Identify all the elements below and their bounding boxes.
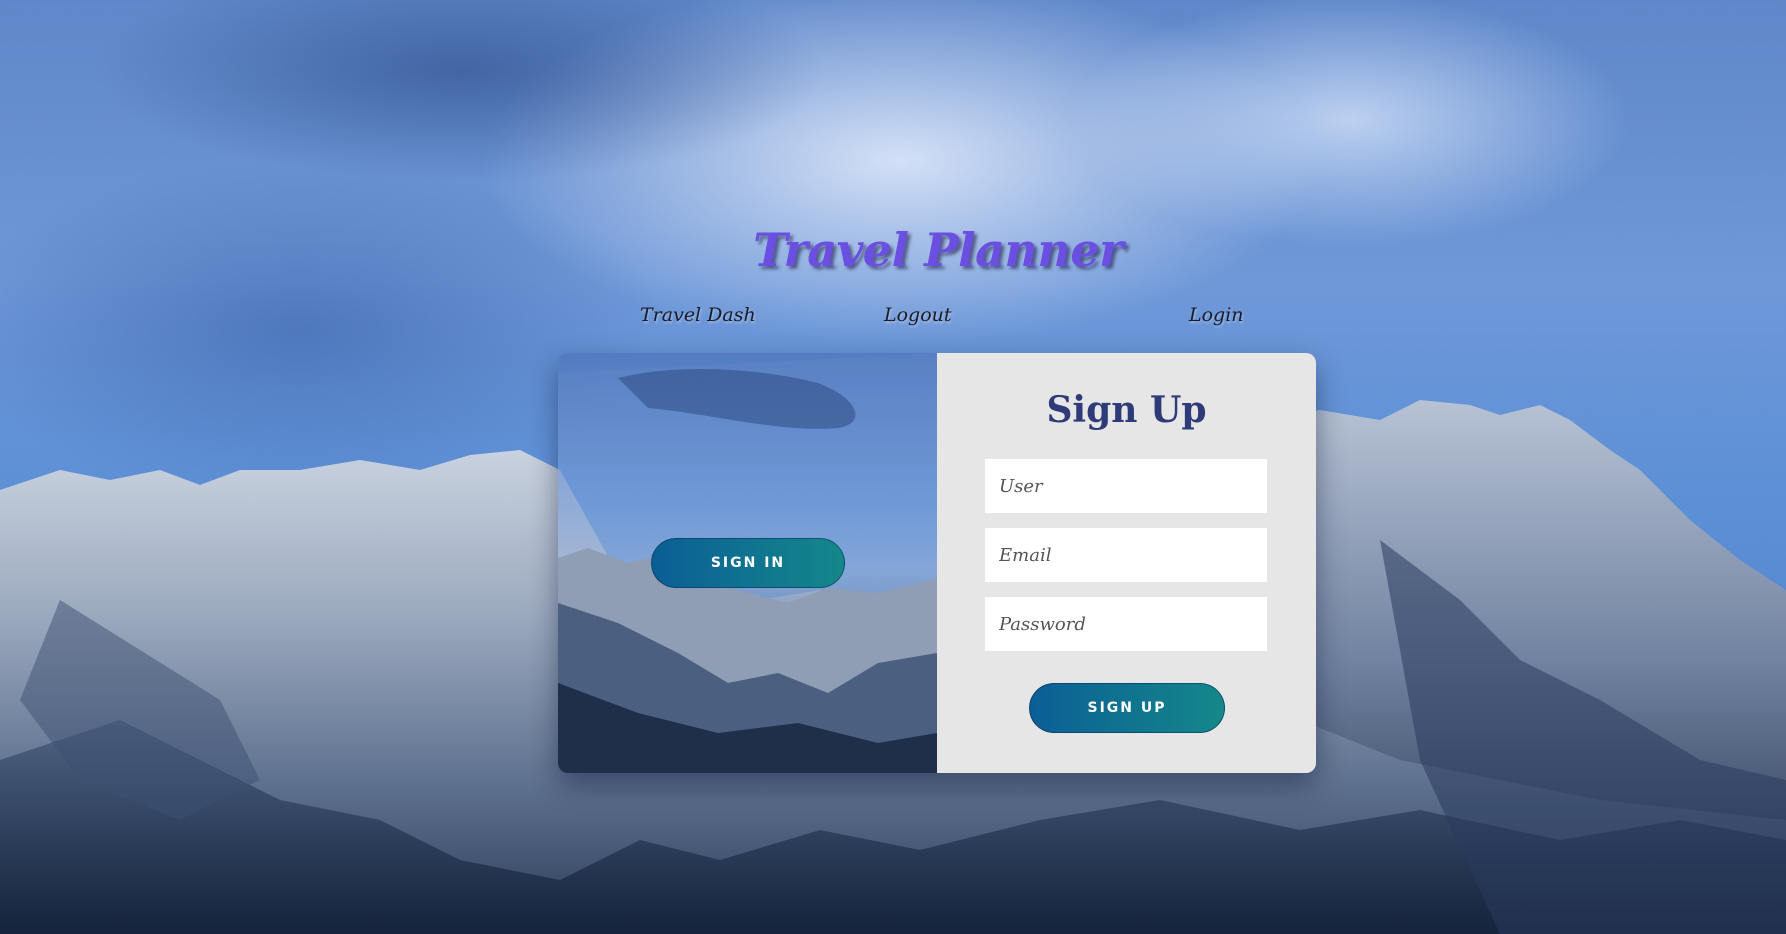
sign-up-button[interactable]: SIGN UP	[1029, 683, 1225, 733]
user-input[interactable]	[985, 459, 1267, 513]
overlay-panel: SIGN IN	[558, 353, 937, 773]
sign-in-button[interactable]: SIGN IN	[651, 538, 845, 588]
top-nav: Travel Dash Logout Login	[0, 304, 1786, 334]
nav-link-login[interactable]: Login	[1189, 304, 1244, 326]
nav-link-travel-dash[interactable]: Travel Dash	[640, 304, 756, 326]
nav-link-logout[interactable]: Logout	[884, 304, 952, 326]
signup-title: Sign Up	[1046, 389, 1207, 431]
signup-panel: Sign Up SIGN UP	[937, 353, 1316, 773]
password-input[interactable]	[985, 597, 1267, 651]
email-input[interactable]	[985, 528, 1267, 582]
auth-card: SIGN IN Sign Up SIGN UP	[558, 353, 1316, 773]
page-title: Travel Planner	[753, 222, 1123, 277]
